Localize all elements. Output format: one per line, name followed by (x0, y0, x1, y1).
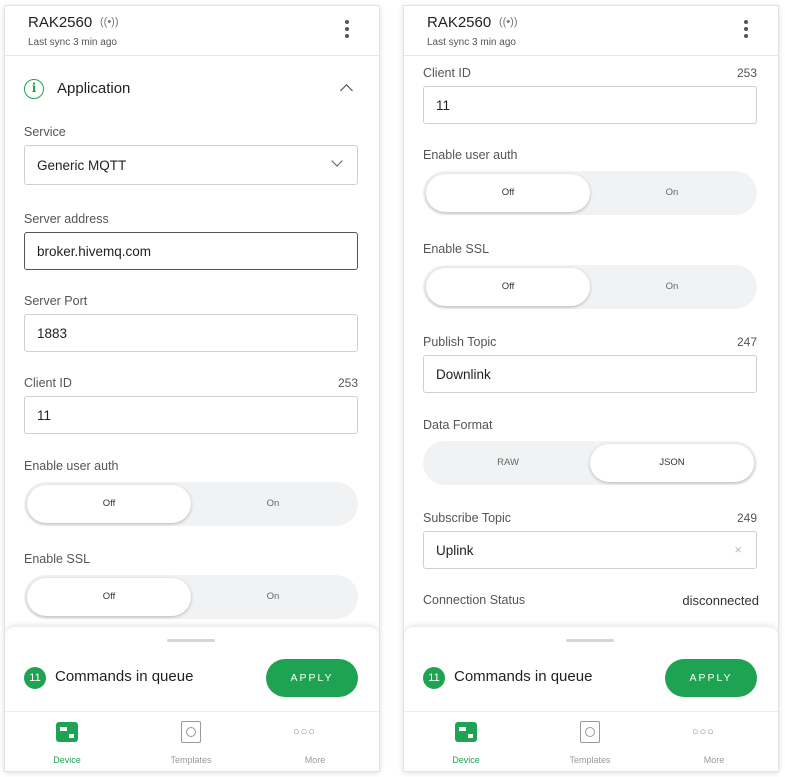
nav-templates[interactable]: Templates (129, 712, 253, 771)
device-icon (455, 722, 477, 742)
client-id-label: Client ID (24, 376, 72, 390)
bottom-nav: Device Templates ○○○ More (404, 711, 778, 771)
client-id-char-count: 253 (337, 376, 358, 390)
subscribe-topic-char-count: 249 (736, 511, 757, 525)
chevron-up-icon[interactable] (340, 84, 353, 97)
ssl-off-option[interactable]: Off (27, 578, 191, 616)
server-address-value: broker.hivemq.com (37, 244, 152, 259)
command-queue-sheet: 11 Commands in queue APPLY (404, 627, 778, 711)
client-id-input[interactable]: 11 (423, 86, 757, 124)
client-id-char-count: 253 (736, 66, 757, 80)
apply-button[interactable]: APPLY (266, 659, 358, 697)
nav-templates[interactable]: Templates (528, 712, 652, 771)
queue-text: Commands in queue (55, 668, 194, 685)
user-auth-toggle: Off On (24, 482, 358, 526)
section-title: Application (57, 80, 131, 97)
ssl-off-option[interactable]: Off (426, 268, 590, 306)
data-format-toggle: RAW JSON (423, 441, 757, 485)
application-section-header[interactable]: i Application (5, 66, 379, 122)
more-icon: ○○○ (692, 726, 715, 738)
nav-more-label: More (304, 755, 326, 765)
ssl-toggle: Off On (423, 265, 757, 309)
nav-more[interactable]: ○○○ More (652, 712, 776, 771)
subscribe-topic-input[interactable]: Uplink × (423, 531, 757, 569)
publish-topic-value: Downlink (436, 367, 491, 382)
server-port-input[interactable]: 1883 (24, 314, 358, 352)
last-sync: Last sync 3 min ago (427, 37, 516, 48)
client-id-label: Client ID (423, 66, 471, 80)
client-id-value: 11 (37, 408, 52, 423)
ssl-on-option[interactable]: On (590, 268, 754, 306)
user-auth-label: Enable user auth (24, 459, 119, 473)
subscribe-topic-value: Uplink (436, 543, 474, 558)
server-port-label: Server Port (24, 294, 88, 308)
device-name: RAK2560 (28, 14, 93, 31)
server-address-label: Server address (24, 212, 109, 226)
ssl-toggle: Off On (24, 575, 358, 619)
bottom-nav: Device Templates ○○○ More (5, 711, 379, 771)
service-value: Generic MQTT (37, 158, 127, 173)
signal-icon: ((•)) (100, 16, 119, 28)
command-queue-sheet: 11 Commands in queue APPLY (5, 627, 379, 711)
publish-topic-label: Publish Topic (423, 335, 497, 349)
queue-count-badge: 11 (24, 667, 46, 689)
queue-count-badge: 11 (423, 667, 445, 689)
connection-status-value: disconnected (682, 593, 759, 608)
data-format-raw-option[interactable]: RAW (426, 444, 590, 482)
user-auth-off-option[interactable]: Off (27, 485, 191, 523)
left-screen: RAK2560 ((•)) Last sync 3 min ago i Appl… (5, 6, 379, 771)
more-icon: ○○○ (293, 726, 316, 738)
ssl-on-option[interactable]: On (191, 578, 355, 616)
kebab-menu-icon[interactable] (343, 20, 351, 40)
apply-button[interactable]: APPLY (665, 659, 757, 697)
chevron-down-icon (331, 155, 343, 167)
nav-device-label: Device (452, 755, 480, 765)
device-name: RAK2560 (427, 14, 492, 31)
nav-device[interactable]: Device (404, 712, 528, 771)
service-label: Service (24, 125, 66, 139)
server-port-value: 1883 (37, 326, 68, 341)
ssl-label: Enable SSL (24, 552, 91, 566)
queue-text: Commands in queue (454, 668, 593, 685)
connection-status-label: Connection Status (423, 593, 526, 607)
nav-more-label: More (703, 755, 725, 765)
client-id-value: 11 (436, 98, 451, 113)
data-format-label: Data Format (423, 418, 493, 432)
templates-icon (181, 721, 201, 743)
ssl-label: Enable SSL (423, 242, 490, 256)
subscribe-topic-label: Subscribe Topic (423, 511, 512, 525)
info-icon: i (24, 79, 44, 99)
device-icon (56, 722, 78, 742)
app-header: RAK2560 ((•)) Last sync 3 min ago (404, 6, 778, 56)
service-select[interactable]: Generic MQTT (24, 145, 358, 185)
publish-topic-input[interactable]: Downlink (423, 355, 757, 393)
client-id-input[interactable]: 11 (24, 396, 358, 434)
publish-topic-char-count: 247 (736, 335, 757, 349)
nav-more[interactable]: ○○○ More (253, 712, 377, 771)
nav-device[interactable]: Device (5, 712, 129, 771)
nav-templates-label: Templates (569, 755, 611, 765)
user-auth-toggle: Off On (423, 171, 757, 215)
templates-icon (580, 721, 600, 743)
sheet-handle[interactable] (167, 639, 215, 642)
user-auth-off-option[interactable]: Off (426, 174, 590, 212)
server-address-input[interactable]: broker.hivemq.com (24, 232, 358, 270)
nav-device-label: Device (53, 755, 81, 765)
signal-icon: ((•)) (499, 16, 518, 28)
user-auth-label: Enable user auth (423, 148, 518, 162)
last-sync: Last sync 3 min ago (28, 37, 117, 48)
kebab-menu-icon[interactable] (742, 20, 750, 40)
user-auth-on-option[interactable]: On (191, 485, 355, 523)
right-screen: RAK2560 ((•)) Last sync 3 min ago Client… (404, 6, 778, 771)
clear-icon[interactable]: × (734, 542, 742, 557)
data-format-json-option[interactable]: JSON (590, 444, 754, 482)
user-auth-on-option[interactable]: On (590, 174, 754, 212)
sheet-handle[interactable] (566, 639, 614, 642)
app-header: RAK2560 ((•)) Last sync 3 min ago (5, 6, 379, 56)
nav-templates-label: Templates (170, 755, 212, 765)
